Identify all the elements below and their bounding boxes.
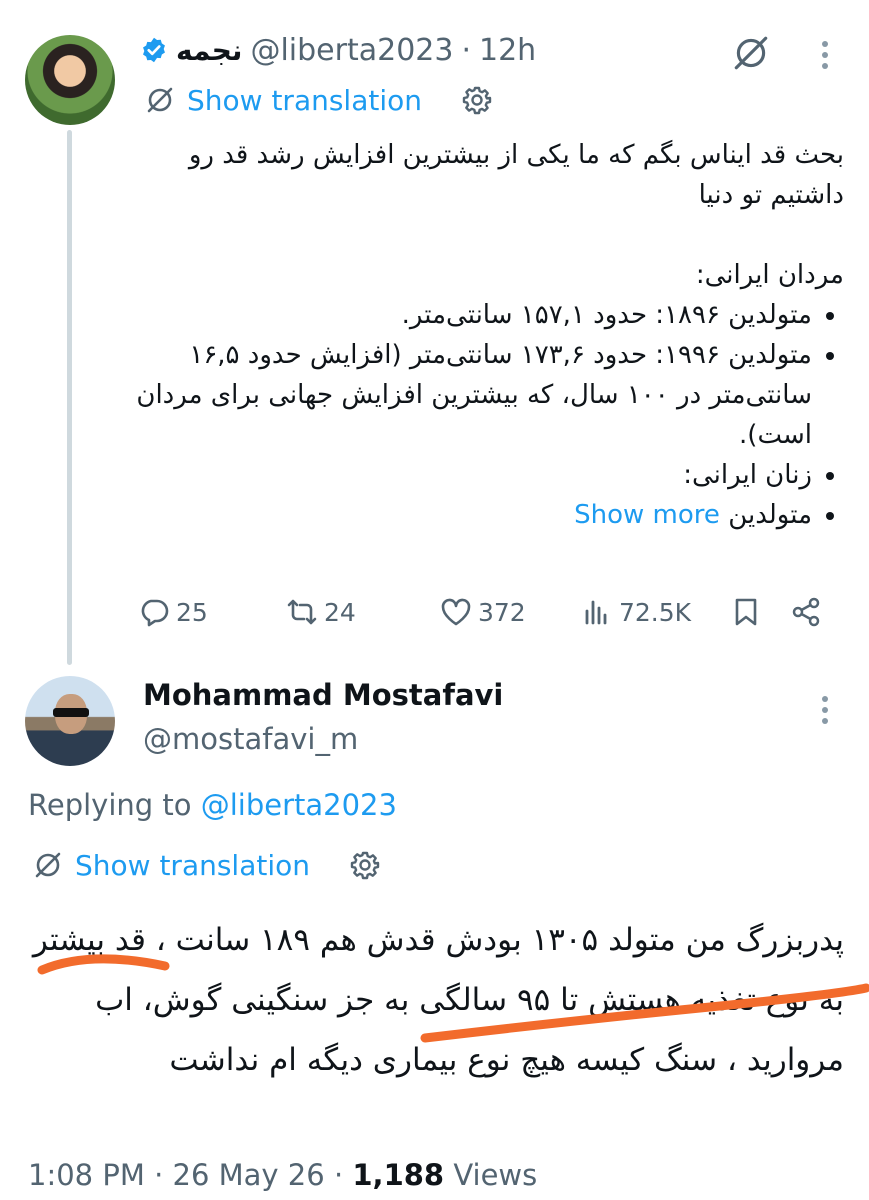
retweet-button[interactable]: 24 [286, 588, 356, 636]
like-count: 372 [478, 597, 526, 627]
handle[interactable]: @mostafavi_m [143, 722, 358, 756]
translate-row: Show translation [145, 80, 492, 120]
list-item: زنان ایرانی: [134, 455, 812, 495]
tweet-meta: 1:08 PM · 26 May 26 · 1,188 Views [28, 1158, 537, 1192]
spacer-line [134, 215, 844, 255]
reply-icon [141, 599, 169, 627]
verified-badge-icon [143, 37, 165, 63]
show-translation-link[interactable]: Show translation [75, 849, 310, 882]
bullet-list: متولدین ۱۸۹۶: حدود ۱۵۷,۱ سانتی‌متر. متول… [134, 295, 844, 535]
translate-icon [147, 87, 173, 113]
list-item: متولدین Show more [134, 495, 812, 535]
replying-handle-link[interactable]: @liberta2023 [201, 788, 397, 822]
avatar-glasses [53, 708, 89, 717]
tweet-body: پدربزرگ من متولد ۱۳۰۵ بودش قدش هم ۱۸۹ سا… [32, 922, 844, 1078]
separator: · [461, 32, 471, 68]
views-label: Views [453, 1158, 538, 1192]
tweet-text-intro: بحث قد ایناس بگم که ما یکی از بیشترین اف… [188, 140, 844, 210]
share-button[interactable] [790, 588, 822, 636]
views-icon [585, 600, 607, 625]
translate-row: Show translation [33, 845, 380, 885]
bookmark-button[interactable] [730, 588, 762, 636]
tweet-body: بحث قد ایناس بگم که ما یکی از بیشترین اف… [134, 135, 844, 535]
separator: · [154, 1158, 164, 1192]
views-count: 72.5K [619, 597, 692, 627]
list-item: متولدین ۱۹۹۶: حدود ۱۷۳,۶ سانتی‌متر (افزا… [134, 335, 812, 455]
post-date[interactable]: 26 May 26 [173, 1158, 325, 1192]
share-icon [792, 597, 820, 627]
replying-to: Replying to @liberta2023 [28, 788, 397, 822]
section-heading: مردان ایرانی: [695, 260, 844, 290]
separator: · [333, 1158, 344, 1192]
list-item-text: متولدین [728, 500, 812, 530]
mute-icon[interactable] [730, 32, 772, 74]
like-button[interactable]: 372 [440, 588, 526, 636]
tweet-actions: 25 24 372 72.5K [138, 588, 838, 636]
display-name[interactable]: نجمه [176, 34, 242, 67]
avatar[interactable] [25, 35, 115, 125]
views-count: 1,188 [352, 1158, 445, 1192]
timestamp[interactable]: 12h [479, 33, 536, 68]
avatar[interactable] [25, 676, 115, 766]
bookmark-icon [735, 598, 757, 626]
replying-prefix: Replying to [28, 788, 192, 822]
show-translation-link[interactable]: Show translation [187, 84, 422, 117]
gear-icon[interactable] [350, 850, 380, 880]
reply-count: 25 [176, 597, 208, 627]
gear-icon[interactable] [462, 85, 492, 115]
views-button[interactable]: 72.5K [581, 588, 691, 636]
more-icon[interactable] [810, 38, 840, 72]
post-time[interactable]: 1:08 PM [28, 1158, 145, 1192]
retweet-icon [287, 599, 317, 625]
show-more-link[interactable]: Show more [574, 500, 720, 530]
like-icon [441, 598, 471, 626]
more-icon[interactable] [810, 693, 840, 727]
list-item: متولدین ۱۸۹۶: حدود ۱۵۷,۱ سانتی‌متر. [134, 295, 812, 335]
translate-icon [35, 852, 61, 878]
thread-connector-line [67, 130, 72, 665]
handle[interactable]: @liberta2023 [250, 33, 453, 68]
retweet-count: 24 [324, 597, 356, 627]
tweet-header: نجمه @liberta2023 · 12h [140, 30, 536, 70]
display-name[interactable]: Mohammad Mostafavi [143, 678, 503, 712]
reply-button[interactable]: 25 [138, 588, 208, 636]
